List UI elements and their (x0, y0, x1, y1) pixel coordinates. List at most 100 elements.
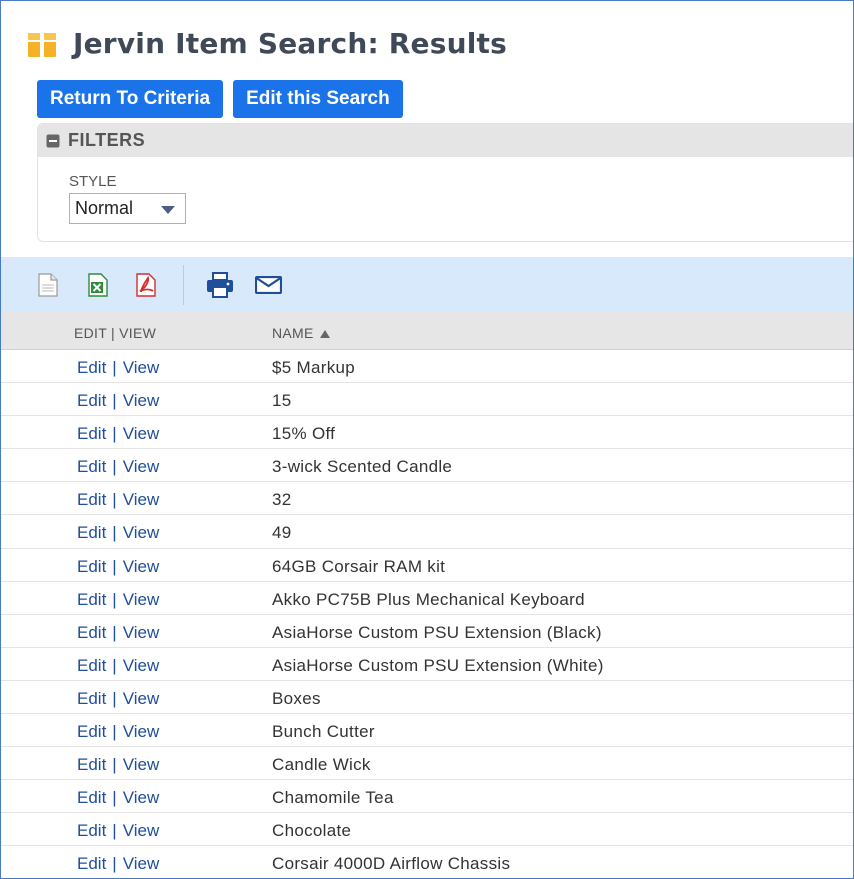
table-row: Edit | View Chocolate (1, 813, 853, 847)
item-name: Chamomile Tea (272, 788, 394, 808)
page-header: Jervin Item Search: Results (27, 23, 507, 63)
print-icon[interactable] (206, 272, 234, 298)
row-actions: Edit | View (77, 755, 159, 775)
item-name: Akko PC75B Plus Mechanical Keyboard (272, 589, 585, 609)
edit-link[interactable]: Edit (77, 623, 106, 642)
style-select[interactable]: Normal (69, 193, 186, 224)
item-name: Chocolate (272, 821, 352, 841)
edit-link[interactable]: Edit (77, 424, 106, 443)
filters-panel: FILTERS STYLE Normal (37, 123, 853, 242)
export-pdf-icon[interactable] (133, 273, 159, 297)
row-actions: Edit | View (77, 722, 159, 742)
link-separator: | (112, 821, 117, 841)
table-row: Edit | View 49 (1, 515, 853, 549)
view-link[interactable]: View (123, 590, 160, 609)
edit-link[interactable]: Edit (77, 358, 106, 377)
link-separator: | (112, 755, 117, 775)
edit-link[interactable]: Edit (77, 557, 106, 576)
link-separator: | (112, 457, 117, 477)
style-select-value: Normal (75, 198, 134, 218)
edit-link[interactable]: Edit (77, 523, 106, 542)
view-link[interactable]: View (123, 557, 160, 576)
view-link[interactable]: View (123, 358, 160, 377)
export-excel-icon[interactable] (86, 273, 110, 297)
link-separator: | (112, 722, 117, 742)
table-row: Edit | View Boxes (1, 681, 853, 715)
table-row: Edit | View 32 (1, 482, 853, 516)
row-actions: Edit | View (77, 689, 159, 709)
results-toolbar (1, 257, 853, 312)
collapse-icon[interactable] (46, 134, 60, 148)
view-link[interactable]: View (123, 854, 160, 873)
table-row: Edit | View 15 (1, 383, 853, 417)
view-link[interactable]: View (123, 490, 160, 509)
row-actions: Edit | View (77, 656, 159, 676)
item-name: Candle Wick (272, 755, 371, 775)
link-separator: | (112, 854, 117, 874)
edit-link[interactable]: Edit (77, 755, 106, 774)
edit-link[interactable]: Edit (77, 391, 106, 410)
style-filter-label: STYLE (69, 173, 117, 190)
action-buttons: Return To Criteria Edit this Search (37, 80, 403, 118)
view-link[interactable]: View (123, 656, 160, 675)
view-link[interactable]: View (123, 821, 160, 840)
row-actions: Edit | View (77, 788, 159, 808)
column-header-name[interactable]: NAME (272, 325, 330, 341)
item-name: Bunch Cutter (272, 722, 375, 742)
edit-this-search-button[interactable]: Edit this Search (233, 80, 403, 118)
edit-link[interactable]: Edit (77, 590, 106, 609)
item-name: $5 Markup (272, 358, 356, 377)
link-separator: | (112, 424, 117, 444)
edit-link[interactable]: Edit (77, 689, 106, 708)
view-link[interactable]: View (123, 689, 160, 708)
link-separator: | (112, 788, 117, 808)
view-link[interactable]: View (123, 523, 160, 542)
link-separator: | (112, 391, 117, 411)
row-actions: Edit | View (77, 490, 159, 510)
link-separator: | (112, 523, 117, 543)
view-link[interactable]: View (123, 457, 160, 476)
link-separator: | (112, 589, 117, 609)
view-link[interactable]: View (123, 722, 160, 741)
view-link[interactable]: View (123, 424, 160, 443)
return-to-criteria-button[interactable]: Return To Criteria (37, 80, 224, 118)
table-row: Edit | View AsiaHorse Custom PSU Extension … (1, 648, 853, 681)
edit-link[interactable]: Edit (77, 854, 106, 873)
results-page: Jervin Item Search: Results Return To Cr… (0, 0, 854, 879)
row-actions: Edit | View (77, 358, 159, 378)
row-actions: Edit | View (77, 821, 159, 841)
item-name: 15% Off (272, 424, 336, 444)
item-name: Boxes (272, 688, 321, 708)
edit-link[interactable]: Edit (77, 490, 106, 509)
results-table-body: Edit | View $5 Markup Edit | View 15 Edit | View 15… (1, 350, 853, 878)
table-row: Edit | View Chamomile Tea (1, 780, 853, 814)
email-icon[interactable] (255, 276, 282, 294)
row-actions: Edit | View (77, 523, 159, 543)
table-row: Edit | View Bunch Cutter (1, 714, 853, 748)
view-link[interactable]: View (123, 788, 160, 807)
row-actions: Edit | View (77, 623, 159, 643)
saved-search-icon (28, 33, 56, 57)
row-actions: Edit | View (77, 457, 159, 477)
edit-link[interactable]: Edit (77, 821, 106, 840)
item-name: AsiaHorse Custom PSU Extension (White) (272, 655, 604, 675)
sort-ascending-icon (319, 330, 330, 338)
filters-label: FILTERS (68, 130, 146, 150)
export-csv-icon[interactable] (37, 273, 59, 297)
edit-link[interactable]: Edit (77, 788, 106, 807)
edit-link[interactable]: Edit (77, 722, 106, 741)
filters-header[interactable]: FILTERS (38, 124, 853, 157)
row-actions: Edit | View (77, 557, 159, 577)
edit-link[interactable]: Edit (77, 457, 106, 476)
item-name: AsiaHorse Custom PSU Extension (Black) (272, 622, 602, 642)
table-row: Edit | View 64GB Corsair RAM kit (1, 549, 853, 582)
column-header-edit-view[interactable]: EDIT | VIEW (74, 325, 156, 341)
link-separator: | (112, 655, 117, 675)
view-link[interactable]: View (123, 755, 160, 774)
view-link[interactable]: View (123, 391, 160, 410)
row-actions: Edit | View (77, 391, 159, 411)
table-row: Edit | View 3-wick Scented Candle (1, 449, 853, 483)
view-link[interactable]: View (123, 623, 160, 642)
edit-link[interactable]: Edit (77, 656, 106, 675)
link-separator: | (112, 490, 117, 510)
